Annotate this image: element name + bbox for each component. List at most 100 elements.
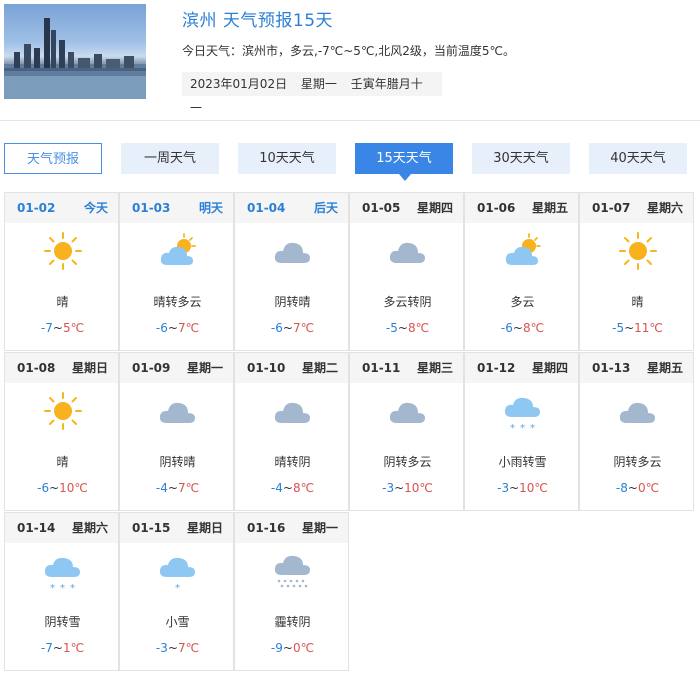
forecast-day-card[interactable]: 01-03 明天 晴转多云 -6~7℃ bbox=[119, 192, 234, 351]
cloud-icon bbox=[350, 391, 465, 439]
temp-separator: ~ bbox=[52, 641, 63, 655]
temp-low: -4 bbox=[270, 481, 283, 495]
tab-15days[interactable]: 15天天气 bbox=[355, 143, 453, 181]
temp-separator: ~ bbox=[49, 481, 60, 495]
temp-high: 10℃ bbox=[519, 481, 548, 495]
tab-10days[interactable]: 10天天气 bbox=[238, 143, 336, 174]
temp-separator: ~ bbox=[282, 641, 293, 655]
day-weekday: 星期二 bbox=[301, 361, 338, 375]
day-date: 01-09 bbox=[132, 361, 171, 375]
day-weekday: 明天 bbox=[198, 201, 223, 215]
day-weekday: 星期四 bbox=[531, 361, 568, 375]
day-weekday: 星期日 bbox=[71, 361, 108, 375]
day-header: 01-03 明天 bbox=[120, 193, 233, 223]
tab-week[interactable]: 一周天气 bbox=[121, 143, 219, 174]
temp-high: 7℃ bbox=[177, 321, 200, 335]
tab-40days[interactable]: 40天天气 bbox=[589, 143, 687, 174]
day-header: 01-12 星期四 bbox=[465, 353, 578, 383]
temperature-range: -6~8℃ bbox=[465, 321, 580, 335]
day-weekday: 星期三 bbox=[416, 361, 453, 375]
forecast-day-card[interactable]: 01-06 星期五 多云 -6~8℃ bbox=[464, 192, 579, 351]
day-date: 01-10 bbox=[247, 361, 286, 375]
weather-condition: 晴 bbox=[56, 455, 69, 469]
forecast-day-card[interactable]: 01-12 星期四 * * * 小雨转雪 -3~10℃ bbox=[464, 352, 579, 511]
weather-condition: 阴转晴 bbox=[274, 295, 311, 309]
temp-high: 7℃ bbox=[177, 641, 200, 655]
forecast-day-card[interactable]: 01-05 星期四 多云转阴 -5~8℃ bbox=[349, 192, 464, 351]
svg-text:*: * bbox=[530, 423, 535, 434]
svg-text:*: * bbox=[60, 583, 65, 594]
svg-text:*: * bbox=[520, 423, 525, 434]
temperature-range: -6~7℃ bbox=[235, 321, 350, 335]
forecast-day-card[interactable]: 01-14 星期六 * * * 阴转雪 -7~1℃ bbox=[4, 512, 119, 671]
snow-cloud-icon: * * * bbox=[465, 391, 580, 439]
weather-condition: 阴转雪 bbox=[44, 615, 81, 629]
day-date: 01-02 bbox=[17, 201, 56, 215]
day-date: 01-12 bbox=[477, 361, 516, 375]
forecast-day-card[interactable]: 01-16 星期一霾转阴 -9~0℃ bbox=[234, 512, 349, 671]
temp-high: 1℃ bbox=[62, 641, 85, 655]
forecast-day-card[interactable]: 01-08 星期日晴 -6~10℃ bbox=[4, 352, 119, 511]
weather-condition: 霾转阴 bbox=[274, 615, 311, 629]
weather-condition: 阴转多云 bbox=[613, 455, 662, 469]
temp-high: 10℃ bbox=[404, 481, 433, 495]
forecast-day-card[interactable]: 01-07 星期六晴 -5~11℃ bbox=[579, 192, 694, 351]
weather-condition: 晴 bbox=[56, 295, 69, 309]
temperature-range: -5~8℃ bbox=[350, 321, 465, 335]
page-header: 滨州 天气预报15天 今日天气：滨州市，多云,-7℃~5℃,北风2级，当前温度5… bbox=[0, 0, 700, 115]
day-date: 01-05 bbox=[362, 201, 401, 215]
forecast-tabs: 天气预报 一周天气 10天天气 15天天气 30天天气 40天天气 bbox=[4, 143, 694, 181]
day-date: 01-04 bbox=[247, 201, 286, 215]
temp-low: -3 bbox=[155, 641, 168, 655]
forecast-day-card[interactable]: 01-02 今天晴 -7~5℃ bbox=[4, 192, 119, 351]
temp-separator: ~ bbox=[167, 481, 178, 495]
forecast-day-card[interactable]: 01-15 星期日 * 小雪 -3~7℃ bbox=[119, 512, 234, 671]
temp-high: 11℃ bbox=[634, 321, 663, 335]
temperature-range: -6~7℃ bbox=[120, 321, 235, 335]
weather-condition: 阴转晴 bbox=[159, 455, 196, 469]
forecast-day-card[interactable]: 01-04 后天 阴转晴 -6~7℃ bbox=[234, 192, 349, 351]
temp-high: 10℃ bbox=[59, 481, 88, 495]
temp-low: -4 bbox=[155, 481, 168, 495]
day-header: 01-16 星期一 bbox=[235, 513, 348, 543]
temperature-range: -8~0℃ bbox=[580, 481, 695, 495]
temperature-range: -3~10℃ bbox=[465, 481, 580, 495]
snow-cloud-icon: * * * bbox=[5, 551, 120, 599]
temperature-range: -6~10℃ bbox=[5, 481, 120, 495]
temp-high: 0℃ bbox=[292, 641, 315, 655]
day-weekday: 星期五 bbox=[531, 201, 568, 215]
tab-forecast[interactable]: 天气预报 bbox=[4, 143, 102, 174]
forecast-day-card[interactable]: 01-13 星期五 阴转多云 -8~0℃ bbox=[579, 352, 694, 511]
day-weekday: 星期四 bbox=[416, 201, 453, 215]
day-date: 01-11 bbox=[362, 361, 401, 375]
current-date: 2023年01月02日 bbox=[190, 77, 288, 91]
temperature-range: -7~1℃ bbox=[5, 641, 120, 655]
day-weekday: 星期六 bbox=[71, 521, 108, 535]
cloud-icon bbox=[580, 391, 695, 439]
weather-condition: 小雨转雪 bbox=[498, 455, 547, 469]
partly-cloudy-icon bbox=[120, 231, 235, 279]
day-header: 01-02 今天 bbox=[5, 193, 118, 223]
temp-separator: ~ bbox=[509, 481, 520, 495]
temp-separator: ~ bbox=[282, 481, 293, 495]
weather-condition: 多云 bbox=[510, 295, 535, 309]
day-weekday: 今天 bbox=[83, 201, 108, 215]
tab-30days[interactable]: 30天天气 bbox=[472, 143, 570, 174]
temperature-range: -9~0℃ bbox=[235, 641, 350, 655]
temperature-range: -3~7℃ bbox=[120, 641, 235, 655]
temp-separator: ~ bbox=[394, 481, 405, 495]
day-date: 01-16 bbox=[247, 521, 286, 535]
haze-icon bbox=[235, 551, 350, 599]
temp-high: 7℃ bbox=[177, 481, 200, 495]
day-header: 01-11 星期三 bbox=[350, 353, 463, 383]
temperature-range: -3~10℃ bbox=[350, 481, 465, 495]
day-weekday: 星期六 bbox=[646, 201, 683, 215]
forecast-day-card[interactable]: 01-11 星期三 阴转多云 -3~10℃ bbox=[349, 352, 464, 511]
forecast-day-card[interactable]: 01-10 星期二 晴转阴 -4~8℃ bbox=[234, 352, 349, 511]
cloud-icon bbox=[235, 391, 350, 439]
day-date: 01-07 bbox=[592, 201, 631, 215]
city-photo[interactable] bbox=[4, 4, 146, 99]
temp-low: -6 bbox=[500, 321, 513, 335]
temp-low: -7 bbox=[40, 321, 53, 335]
forecast-day-card[interactable]: 01-09 星期一 阴转晴 -4~7℃ bbox=[119, 352, 234, 511]
